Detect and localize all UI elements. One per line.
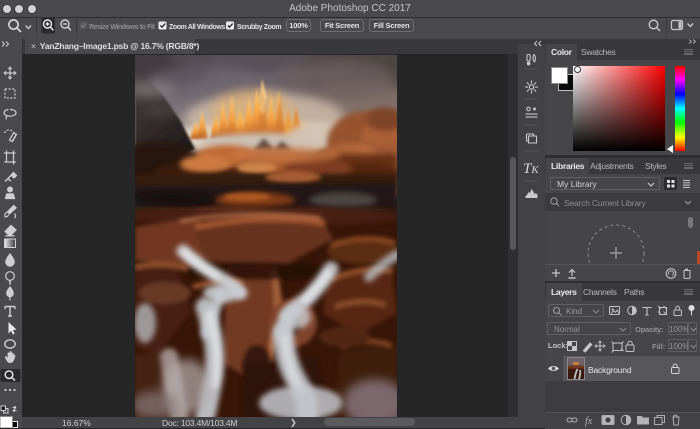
- svg-text:TK: TK: [523, 161, 539, 177]
- svg-text:fx: fx: [585, 416, 593, 427]
